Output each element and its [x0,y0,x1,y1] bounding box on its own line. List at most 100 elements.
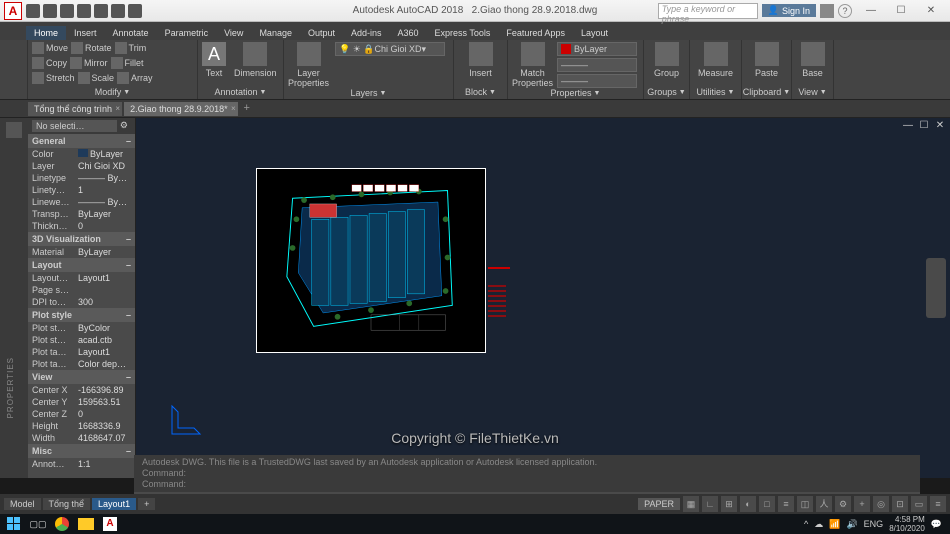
navigation-bar[interactable] [926,258,946,318]
autocad-taskbar-icon[interactable]: A [98,515,122,533]
language-indicator[interactable]: ENG [864,519,884,529]
lineweight-combo[interactable]: ——— [557,58,637,72]
layout-tab-add[interactable]: + [138,498,155,510]
prop-row[interactable]: Linewe…——— ByL… [28,196,135,208]
prop-row[interactable]: Plot st…acad.ctb [28,334,135,346]
layout-tab-model[interactable]: Model [4,498,41,510]
layout-tab-layout1[interactable]: Layout1 [92,498,136,510]
notifications-icon[interactable]: 💬 [931,519,942,530]
sign-in-button[interactable]: 👤 Sign In [762,4,816,17]
layout-tab[interactable]: Tổng thể [43,498,91,510]
chrome-icon[interactable] [50,515,74,533]
draw-flyout[interactable] [0,40,28,99]
ribbon-tab-express[interactable]: Express Tools [427,26,499,40]
taskview-button[interactable]: ▢▢ [26,515,50,533]
group-button[interactable]: Group [648,42,685,78]
move-button[interactable]: Move [32,42,68,54]
prop-category[interactable]: Misc– [28,444,135,458]
prop-row[interactable]: Linety…1 [28,184,135,196]
ribbon-tab-addins[interactable]: Add-ins [343,26,390,40]
maximize-button[interactable]: ☐ [886,2,916,20]
panel-label-block[interactable]: Block▼ [458,87,503,97]
volume-icon[interactable]: 🔊 [846,519,857,530]
ribbon-tab-output[interactable]: Output [300,26,343,40]
qat-open-icon[interactable] [43,4,57,18]
tray-chevron-icon[interactable]: ^ [804,519,808,529]
lineweight-icon[interactable]: ≡ [778,496,794,512]
layer-combo[interactable]: 💡 ☀ 🔒 Chi Gioi XD ▾ [335,42,445,56]
dimension-button[interactable]: Dimension [234,42,277,78]
snap-icon[interactable]: ∟ [702,496,718,512]
prop-row[interactable]: Height1668336.9 [28,420,135,432]
panel-label-view[interactable]: View▼ [796,87,829,97]
ribbon-tab-view[interactable]: View [216,26,251,40]
space-toggle[interactable]: PAPER [638,498,680,510]
copy-button[interactable]: Copy [32,57,67,69]
prop-row[interactable]: Annot…1:1 [28,458,135,470]
qat-undo-icon[interactable] [111,4,125,18]
isolate-icon[interactable]: ◎ [873,496,889,512]
cloud-icon[interactable]: ☁ [814,519,823,530]
properties-tab-label[interactable]: PROPERTIES [6,357,15,418]
prop-row[interactable]: Center Y159563.51 [28,396,135,408]
prop-row[interactable]: Plot ta…Color depe… [28,358,135,370]
file-tab[interactable]: 2.Giao thong 28.9.2018*× [124,102,238,116]
scale-button[interactable]: Scale [78,72,115,84]
prop-row[interactable]: Linetype——— ByL… [28,172,135,184]
prop-row[interactable]: Width4168647.07 [28,432,135,444]
clock[interactable]: 4:58 PM 8/10/2020 [889,515,925,533]
exchange-icon[interactable] [820,4,834,18]
prop-row[interactable]: Center Z0 [28,408,135,420]
stretch-button[interactable]: Stretch [32,72,75,84]
color-combo[interactable]: ByLayer [557,42,637,56]
ribbon-tab-insert[interactable]: Insert [66,26,105,40]
match-properties-button[interactable]: Match Properties [512,42,553,88]
ortho-icon[interactable]: ⊞ [721,496,737,512]
explorer-icon[interactable] [74,515,98,533]
start-button[interactable] [2,515,26,533]
paste-button[interactable]: Paste [746,42,787,78]
prop-row[interactable]: Transp…ByLayer [28,208,135,220]
transparency-icon[interactable]: ◫ [797,496,813,512]
help-icon[interactable]: ? [838,4,852,18]
panel-label-layers[interactable]: Layers▼ [288,88,449,98]
prop-row[interactable]: DPI to…300 [28,296,135,308]
ribbon-tab-a360[interactable]: A360 [390,26,427,40]
prop-row[interactable]: Plot ta…Layout1 [28,346,135,358]
doc-restore-button[interactable]: ☐ [918,120,930,131]
prop-row[interactable]: MaterialByLayer [28,246,135,258]
new-tab-button[interactable]: + [240,102,254,116]
qat-plot-icon[interactable] [94,4,108,18]
prop-row[interactable]: LayerChi Gioi XD [28,160,135,172]
prop-category[interactable]: View– [28,370,135,384]
layout-viewport[interactable] [256,168,486,353]
trim-button[interactable]: Trim [115,42,147,54]
ribbon-tab-parametric[interactable]: Parametric [157,26,217,40]
ribbon-tab-featured[interactable]: Featured Apps [498,26,573,40]
prop-category[interactable]: Plot style– [28,308,135,322]
wifi-icon[interactable]: 📶 [829,519,840,530]
hardware-icon[interactable]: ⊡ [892,496,908,512]
prop-row[interactable]: Plot st…ByColor [28,322,135,334]
ribbon-tab-layout[interactable]: Layout [573,26,616,40]
prop-row[interactable]: Thickn…0 [28,220,135,232]
close-tab-icon[interactable]: × [115,104,120,113]
prop-category[interactable]: 3D Visualization– [28,232,135,246]
qat-save-icon[interactable] [60,4,74,18]
prop-category[interactable]: General– [28,134,135,148]
layer-properties-button[interactable]: Layer Properties [288,42,329,88]
selection-combo[interactable]: No selecti… [32,120,117,132]
annomon-icon[interactable]: + [854,496,870,512]
panel-label-modify[interactable]: Modify▼ [32,87,193,97]
app-logo[interactable]: A [4,2,22,20]
close-tab-icon[interactable]: × [231,104,236,113]
close-button[interactable]: ✕ [916,2,946,20]
drawing-canvas[interactable]: — ☐ ✕ FileThietKe.vn [136,118,950,478]
fillet-button[interactable]: Fillet [111,57,144,69]
prop-category[interactable]: Layout– [28,258,135,272]
insert-block-button[interactable]: Insert [458,42,503,78]
workspace-icon[interactable]: ⚙ [835,496,851,512]
text-button[interactable]: AText [202,42,226,78]
polar-icon[interactable]: ◐ [740,496,756,512]
ribbon-tab-annotate[interactable]: Annotate [105,26,157,40]
